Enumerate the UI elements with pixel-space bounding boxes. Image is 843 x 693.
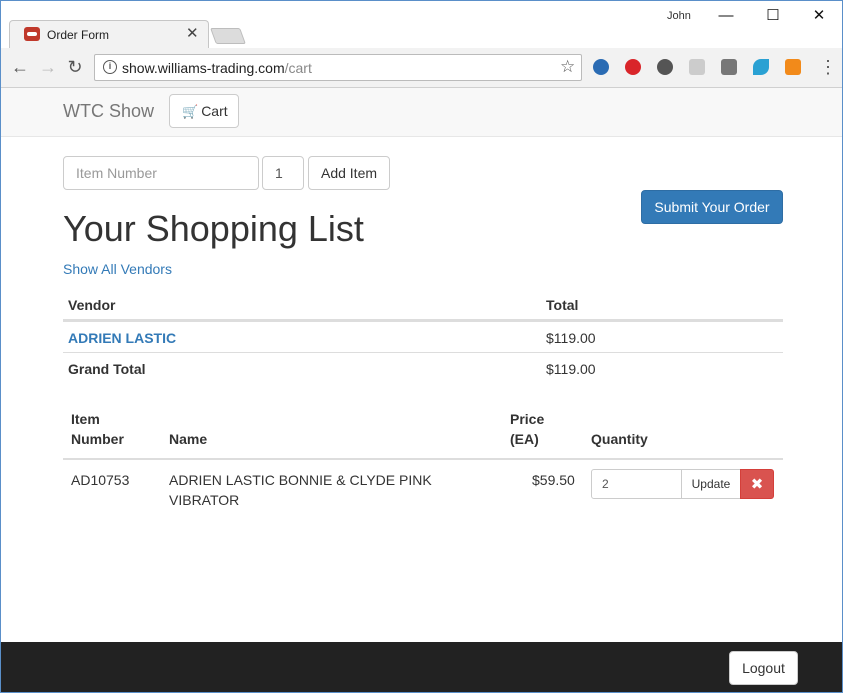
update-button[interactable]: Update (681, 469, 741, 499)
adblock-icon[interactable] (625, 59, 641, 75)
forward-icon[interactable]: → (37, 56, 59, 78)
table-row: AD10753 ADRIEN LASTIC BONNIE & CLYDE PIN… (63, 460, 783, 520)
vendor-link[interactable]: ADRIEN LASTIC (68, 330, 176, 346)
cart-label: Cart (201, 103, 228, 119)
grand-total-label: Grand Total (68, 361, 146, 377)
remove-icon[interactable]: ✖ (740, 469, 774, 499)
item-number-cell: AD10753 (71, 472, 130, 488)
bookmark-star-icon[interactable]: ☆ (560, 57, 575, 77)
add-item-button[interactable]: Add Item (308, 156, 390, 190)
cart-icon: 🛒 (182, 104, 199, 119)
items-table-header: Item Number Name Price (EA) Quantity (63, 409, 783, 460)
vendor-table: Vendor Total ADRIEN LASTIC $119.00 Grand… (63, 288, 783, 383)
url-path: /cart (284, 60, 312, 76)
site-navbar: WTC Show 🛒 Cart (1, 88, 842, 137)
maximize-icon[interactable]: ☐ (753, 5, 793, 27)
profile-name[interactable]: John (667, 10, 691, 22)
item-name-line2: VIBRATOR (169, 492, 240, 508)
title-bar: Order Form ✕ John — ☐ ✕ (1, 1, 842, 48)
extension-gear-icon[interactable] (657, 59, 673, 75)
vendor-header: Vendor (68, 297, 116, 313)
brand-link[interactable]: WTC Show (63, 101, 154, 122)
price-header-line1: Price (510, 411, 545, 427)
vendor-table-header: Vendor Total (63, 288, 783, 321)
favicon-icon (24, 27, 40, 41)
show-all-vendors-link[interactable]: Show All Vendors (63, 261, 172, 277)
footer: Logout (1, 642, 842, 692)
item-number-header-line1: Item (71, 411, 100, 427)
page-title: Your Shopping List (63, 208, 364, 249)
grand-total-row: Grand Total $119.00 (63, 352, 783, 383)
extension-cube-icon[interactable] (689, 59, 705, 75)
rss-icon[interactable] (785, 59, 801, 75)
reload-icon[interactable]: ↻ (64, 56, 86, 78)
browser-toolbar: ← → ↻ i show.williams-trading.com/cart ☆… (1, 48, 842, 88)
vendor-total: $119.00 (546, 330, 596, 346)
browser-window: Order Form ✕ John — ☐ ✕ ← → ↻ i show.wil… (0, 0, 843, 693)
table-row: ADRIEN LASTIC $119.00 (63, 321, 783, 352)
item-price-cell: $59.50 (532, 472, 575, 488)
browser-tab[interactable]: Order Form ✕ (9, 20, 209, 48)
browser-menu-icon[interactable]: ⋮ (819, 56, 837, 78)
tab-close-icon[interactable]: ✕ (186, 24, 199, 42)
add-quantity-input[interactable] (262, 156, 304, 190)
submit-order-button[interactable]: Submit Your Order (641, 190, 783, 224)
quantity-header: Quantity (591, 431, 648, 447)
url-text: show.williams-trading.com/cart (122, 60, 312, 76)
grand-total-value: $119.00 (546, 361, 596, 377)
price-header-line2: (EA) (510, 431, 539, 447)
address-bar[interactable]: i show.williams-trading.com/cart ☆ (94, 54, 582, 81)
tab-title: Order Form (47, 28, 110, 42)
extension-square-icon[interactable] (721, 59, 737, 75)
item-number-header-line2: Number (71, 431, 124, 447)
total-header: Total (546, 297, 579, 313)
items-table: Item Number Name Price (EA) Quantity AD1… (63, 409, 783, 520)
minimize-icon[interactable]: — (706, 5, 746, 27)
new-tab-button[interactable] (210, 28, 246, 44)
cart-button[interactable]: 🛒 Cart (169, 94, 239, 128)
quantity-field[interactable] (591, 469, 683, 499)
url-host: show.williams-trading.com (122, 60, 285, 76)
extension-bird-icon[interactable] (753, 59, 769, 75)
extension-globe-icon[interactable] (593, 59, 609, 75)
window-close-icon[interactable]: ✕ (799, 5, 839, 27)
name-header: Name (169, 431, 208, 447)
back-icon[interactable]: ← (9, 56, 31, 78)
site-info-icon[interactable]: i (103, 60, 117, 74)
logout-button[interactable]: Logout (729, 651, 798, 685)
item-number-input[interactable] (63, 156, 259, 190)
item-name-line1: ADRIEN LASTIC BONNIE & CLYDE PINK (169, 472, 432, 488)
